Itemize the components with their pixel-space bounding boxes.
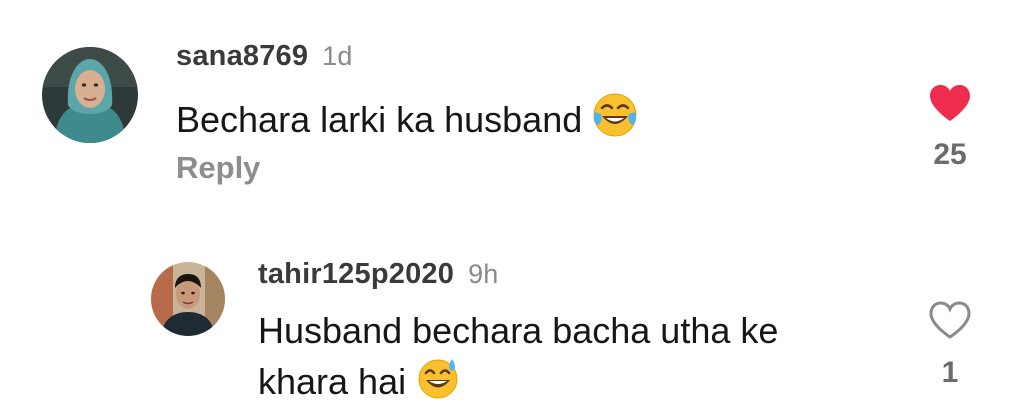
comment-text: Bechara larki ka husband <box>176 92 638 151</box>
heart-outline-icon <box>929 301 971 339</box>
comment-text-content: Bechara larki ka husband <box>176 99 583 140</box>
like-count: 25 <box>933 138 967 171</box>
comment-text-line: Husband bechara bacha utha ke <box>258 310 779 351</box>
comments-section: sana8769 1d Bechara larki ka husband Repl… <box>0 0 1024 406</box>
username[interactable]: sana8769 <box>176 40 308 72</box>
comment-text-line: khara hai <box>258 356 778 406</box>
comment-author[interactable]: tahir125p2020 9h <box>258 258 499 291</box>
like-button[interactable] <box>928 300 972 340</box>
like-button[interactable] <box>928 83 972 123</box>
heart-filled-icon <box>930 85 970 121</box>
comment-text: Husband bechara bacha utha ke khara hai <box>258 306 778 406</box>
comment-author[interactable]: sana8769 1d <box>176 40 353 73</box>
avatar[interactable] <box>42 47 138 143</box>
face-with-tears-of-joy-icon <box>592 92 638 151</box>
reply-button[interactable]: Reply <box>176 150 260 186</box>
comment-text-content: khara hai <box>258 361 407 402</box>
timestamp: 9h <box>468 259 499 289</box>
username[interactable]: tahir125p2020 <box>258 258 454 290</box>
grinning-face-with-sweat-icon <box>416 356 460 406</box>
like-count: 1 <box>941 356 959 389</box>
timestamp: 1d <box>322 41 353 71</box>
avatar[interactable] <box>151 262 225 336</box>
